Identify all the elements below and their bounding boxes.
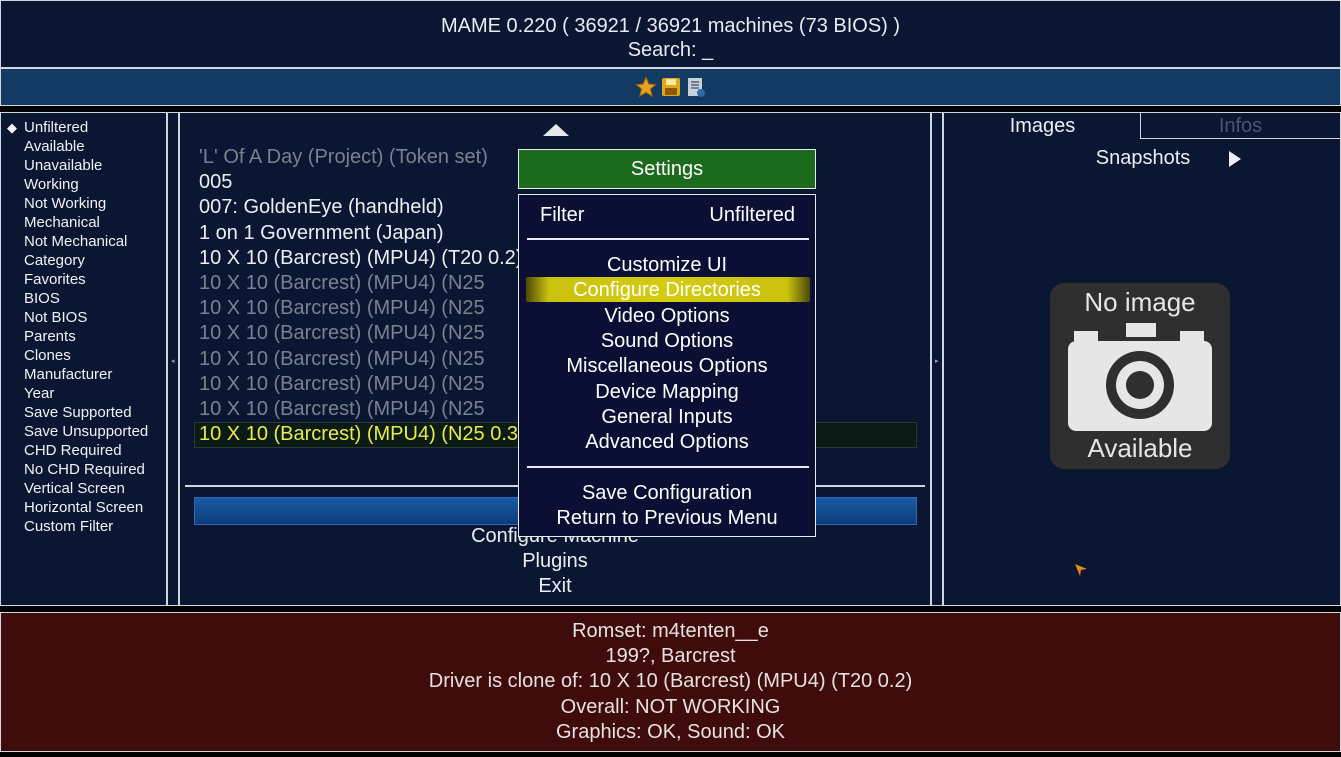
settings-item[interactable]: Advanced Options	[519, 430, 815, 454]
settings-item[interactable]: Configure Directories	[519, 278, 815, 302]
filter-item[interactable]: Clones	[24, 346, 71, 365]
floppy-disk-icon[interactable]	[660, 76, 682, 98]
info-line: 199?, Barcrest	[605, 645, 736, 668]
main-menu-item[interactable]: Plugins	[179, 550, 931, 573]
filter-item[interactable]: BIOS	[24, 289, 60, 308]
machine-list-item[interactable]: 10 X 10 (Barcrest) (MPU4) (N25 0.3 KP)	[199, 422, 557, 446]
filter-panel: ◆ Unfiltered Available Unavailable Working N…	[0, 112, 167, 606]
selected-filter-marker: ◆	[7, 120, 17, 135]
filter-item[interactable]: CHD Required	[24, 441, 122, 460]
settings-item[interactable]: Miscellaneous Options	[519, 354, 815, 378]
view-selector[interactable]: Snapshots	[944, 147, 1341, 170]
filter-item[interactable]: Not Working	[24, 194, 106, 213]
info-line: Romset: m4tenten__e	[572, 620, 769, 642]
title-bar: MAME 0.220 ( 36921 / 36921 machines (73 …	[0, 0, 1341, 68]
left-splitter[interactable]: ◂	[167, 112, 179, 606]
next-view-arrow-icon[interactable]	[1229, 151, 1241, 167]
machine-list-item[interactable]: 10 X 10 (Barcrest) (MPU4) (N25	[199, 296, 485, 320]
filter-item[interactable]: Save Supported	[24, 403, 132, 422]
settings-footer-item[interactable]: Return to Previous Menu	[519, 506, 815, 530]
star-icon[interactable]	[634, 76, 657, 98]
filter-item[interactable]: Vertical Screen	[24, 479, 125, 498]
machine-list-item[interactable]: 005	[199, 170, 232, 194]
machine-list-item[interactable]: 10 X 10 (Barcrest) (MPU4) (N25	[199, 347, 485, 371]
settings-item[interactable]: General Inputs	[519, 405, 815, 429]
filter-item[interactable]: Save Unsupported	[24, 422, 148, 441]
settings-separator-top	[527, 238, 809, 240]
filter-value[interactable]: Unfiltered	[519, 203, 815, 227]
settings-title: Settings	[518, 149, 816, 189]
document-icon[interactable]	[685, 76, 707, 98]
filter-item[interactable]: Parents	[24, 327, 76, 346]
toolbar	[0, 68, 1341, 106]
tab-images[interactable]: Images	[944, 113, 1141, 139]
main-menu-item[interactable]: Exit	[179, 575, 931, 598]
filter-item[interactable]: Mechanical	[24, 213, 100, 232]
filter-item[interactable]: Category	[24, 251, 85, 270]
camera-icon	[1068, 323, 1212, 431]
filter-item[interactable]: Unfiltered	[24, 118, 88, 137]
machine-list-item[interactable]: 10 X 10 (Barcrest) (MPU4) (N25	[199, 321, 485, 345]
filter-item[interactable]: No CHD Required	[24, 460, 145, 479]
image-panel: Images Infos Snapshots No image Availabl…	[943, 112, 1341, 606]
settings-item[interactable]: Device Mapping	[519, 380, 815, 404]
machine-list-item[interactable]: 1 on 1 Government (Japan)	[199, 221, 444, 245]
machine-list-item[interactable]: 10 X 10 (Barcrest) (MPU4) (N25	[199, 397, 485, 421]
info-line: Driver is clone of: 10 X 10 (Barcrest) (…	[428, 670, 913, 693]
scroll-up-arrow-icon[interactable]	[543, 124, 569, 136]
filter-item[interactable]: Custom Filter	[24, 517, 113, 536]
filter-item[interactable]: Manufacturer	[24, 365, 112, 384]
filter-item[interactable]: Not BIOS	[24, 308, 87, 327]
filter-item[interactable]: Horizontal Screen	[24, 498, 143, 517]
no-image-placeholder: No image Available	[1050, 283, 1230, 469]
mouse-pointer-icon	[1074, 563, 1088, 582]
right-splitter[interactable]: ▸	[931, 112, 943, 606]
filter-item[interactable]: Available	[24, 137, 85, 156]
machine-list-item[interactable]: 007: GoldenEye (handheld)	[199, 195, 444, 219]
settings-footer-item[interactable]: Save Configuration	[519, 481, 815, 505]
filter-item[interactable]: Not Mechanical	[24, 232, 127, 251]
machine-list-item[interactable]: 10 X 10 (Barcrest) (MPU4) (N25	[199, 271, 485, 295]
tab-infos[interactable]: Infos	[1140, 113, 1341, 139]
machine-info-panel: Romset: m4tenten__e 199?, Barcrest Driver …	[0, 612, 1341, 752]
settings-separator-bottom	[527, 466, 809, 468]
settings-item[interactable]: Video Options	[519, 304, 815, 328]
settings-menu: Filter Unfiltered Customize UI Configure …	[518, 194, 816, 537]
app-title: MAME 0.220 ( 36921 / 36921 machines (73 …	[440, 15, 901, 37]
search-field[interactable]: Search: _	[1, 39, 1340, 62]
available-text: Available	[1087, 433, 1193, 463]
filter-item[interactable]: Year	[24, 384, 54, 403]
settings-item[interactable]: Sound Options	[519, 329, 815, 353]
machine-list-item[interactable]: 10 X 10 (Barcrest) (MPU4) (N25	[199, 372, 485, 396]
machine-list-item[interactable]: 10 X 10 (Barcrest) (MPU4) (T20 0.2)	[199, 246, 522, 270]
settings-item[interactable]: Customize UI	[519, 253, 815, 277]
no-image-text: No image	[1084, 287, 1196, 317]
info-line: Graphics: OK, Sound: OK	[556, 720, 785, 743]
filter-item[interactable]: Unavailable	[24, 156, 102, 175]
filter-item[interactable]: Favorites	[24, 270, 86, 289]
info-line: Overall: NOT WORKING	[560, 695, 781, 718]
filter-item[interactable]: Working	[24, 175, 79, 194]
machine-list-item[interactable]: 'L' Of A Day (Project) (Token set)	[199, 145, 488, 169]
